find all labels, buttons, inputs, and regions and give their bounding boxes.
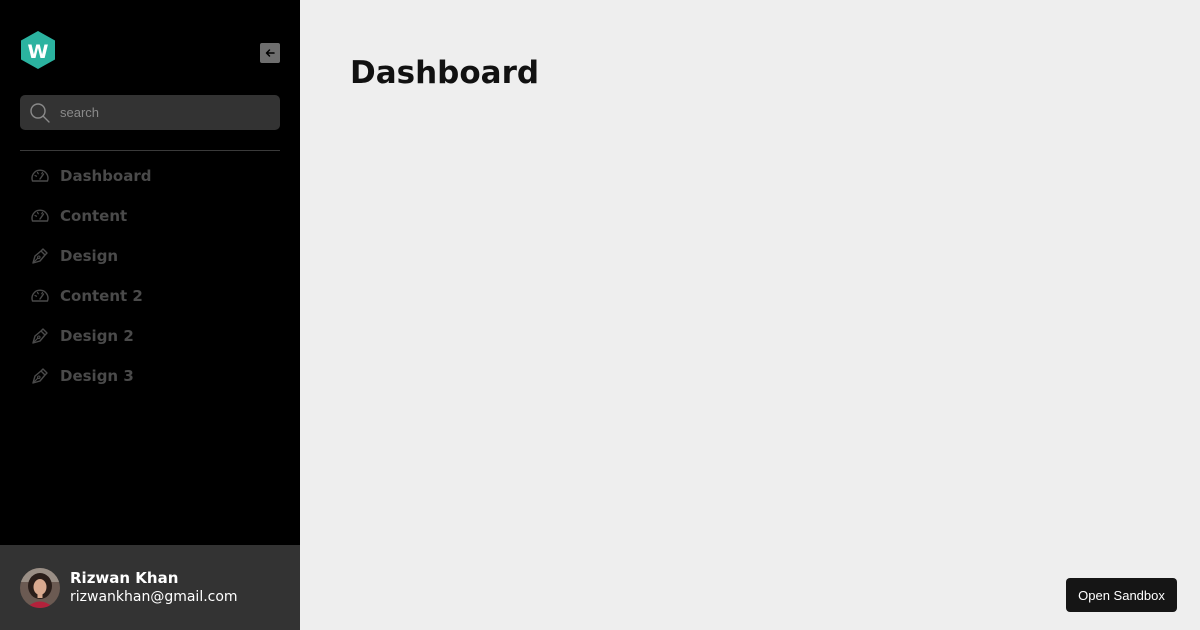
user-name: Rizwan Khan: [70, 569, 179, 587]
logo[interactable]: W: [20, 30, 56, 70]
sidebar-item-label: Dashboard: [60, 167, 152, 185]
avatar: [20, 567, 60, 608]
pen-nib-icon: [30, 326, 50, 346]
sidebar-item-label: Design: [60, 247, 119, 265]
sidebar-nav: Dashboard Content Design Content 2 Desig…: [20, 156, 280, 396]
search-icon: [29, 102, 51, 124]
sidebar: W Dashboard: [0, 0, 300, 630]
user-email: rizwankhan@gmail.com: [70, 589, 238, 605]
hexagon-logo-icon: W: [21, 31, 55, 69]
user-profile[interactable]: Rizwan Khan rizwankhan@gmail.com: [0, 545, 300, 630]
sidebar-item-label: Content: [60, 207, 128, 225]
speedometer-icon: [30, 206, 50, 226]
sidebar-item-content-2[interactable]: Content 2: [20, 276, 280, 316]
arrow-left-icon: [265, 49, 275, 57]
search-input[interactable]: [51, 95, 280, 130]
sidebar-item-label: Design 2: [60, 327, 134, 345]
logo-letter: W: [28, 41, 49, 63]
collapse-sidebar-button[interactable]: [260, 43, 280, 63]
pen-nib-icon: [30, 246, 50, 266]
search-box[interactable]: [20, 95, 280, 130]
speedometer-icon: [30, 286, 50, 306]
sidebar-item-label: Content 2: [60, 287, 143, 305]
sidebar-item-dashboard[interactable]: Dashboard: [20, 156, 280, 196]
sidebar-item-design-3[interactable]: Design 3: [20, 356, 280, 396]
sidebar-item-label: Design 3: [60, 367, 134, 385]
sidebar-item-content[interactable]: Content: [20, 196, 280, 236]
sidebar-item-design[interactable]: Design: [20, 236, 280, 276]
user-info: Rizwan Khan rizwankhan@gmail.com: [70, 568, 238, 607]
open-sandbox-button[interactable]: Open Sandbox: [1066, 578, 1177, 612]
sidebar-divider: [20, 150, 280, 151]
pen-nib-icon: [30, 366, 50, 386]
page-title: Dashboard: [350, 55, 540, 91]
speedometer-icon: [30, 166, 50, 186]
sidebar-item-design-2[interactable]: Design 2: [20, 316, 280, 356]
